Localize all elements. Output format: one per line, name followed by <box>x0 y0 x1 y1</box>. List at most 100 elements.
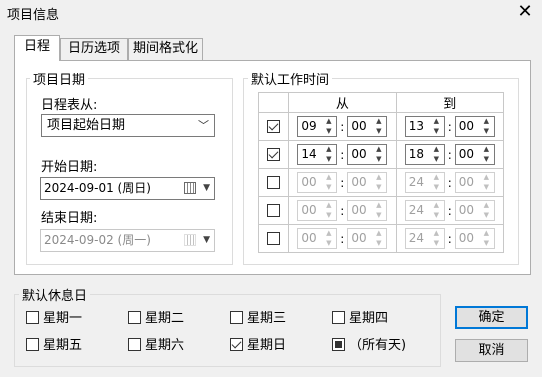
work-time-row-checkbox[interactable] <box>267 204 281 217</box>
spinner-up-icon: ▲ <box>326 201 332 209</box>
work-time-row-check-cell <box>257 140 290 169</box>
to-minute-spinner[interactable]: 00 <box>454 116 479 137</box>
start-date-picker[interactable]: 2024-09-01 (周日) ▼ <box>40 177 215 200</box>
calendar-icon[interactable] <box>184 182 196 194</box>
spinner-down-icon[interactable]: ▼ <box>372 155 385 164</box>
rest-day-checkbox[interactable] <box>128 338 141 351</box>
spinner-arrows: ▲ ▼ <box>427 172 445 193</box>
rest-day-checkbox[interactable] <box>230 311 243 324</box>
to-cell: 24 ▲ ▼:00 ▲ ▼ <box>395 168 505 197</box>
spinner-arrows: ▲ ▼ <box>370 172 388 193</box>
end-date-label: 结束日期: <box>41 211 98 226</box>
rest-day-option[interactable]: 星期三 <box>230 311 286 327</box>
work-time-row-checkbox[interactable] <box>267 176 281 189</box>
cancel-button[interactable]: 取消 <box>455 339 528 362</box>
rest-day-checkbox[interactable] <box>332 338 345 351</box>
to-minute-value: 00 <box>458 147 475 161</box>
work-time-row-checkbox[interactable] <box>267 120 281 133</box>
from-minute-spinner: 00 <box>347 200 372 221</box>
from-minute-value: 00 <box>351 231 367 245</box>
rest-day-option[interactable]: 星期六 <box>128 338 184 354</box>
schedule-from-select[interactable]: 项目起始日期 ﹀ <box>41 114 215 137</box>
spinner-down-icon[interactable]: ▼ <box>372 127 385 136</box>
tab-calendar-options[interactable]: 日历选项 <box>60 38 128 60</box>
to-minute-spinner[interactable]: 00 <box>454 144 479 165</box>
rest-day-option[interactable]: 星期四 <box>332 311 388 327</box>
spinner-up-icon[interactable]: ▲ <box>430 145 443 154</box>
spinner-up-icon[interactable]: ▲ <box>430 117 443 126</box>
spinner-arrows[interactable]: ▲ ▼ <box>320 116 338 137</box>
from-minute-spinner[interactable]: 00 <box>347 116 372 137</box>
work-time-row-checkbox[interactable] <box>267 232 281 245</box>
chevron-down-icon: ﹀ <box>198 119 209 132</box>
from-minute-spinner[interactable]: 00 <box>347 144 372 165</box>
time-colon: : <box>340 203 345 218</box>
rest-days-group-label: 默认休息日 <box>19 285 91 304</box>
close-icon[interactable]: ✕ <box>516 3 534 22</box>
window-title: 项目信息 <box>7 8 60 23</box>
spinner-up-icon[interactable]: ▲ <box>322 145 335 154</box>
time-colon: : <box>340 147 345 162</box>
spinner-arrows[interactable]: ▲ ▼ <box>477 144 495 165</box>
to-hour-spinner[interactable]: 18 <box>404 144 429 165</box>
spinner-down-icon[interactable]: ▼ <box>480 155 493 164</box>
spinner-arrows: ▲ ▼ <box>477 200 495 221</box>
spinner-down-icon[interactable]: ▼ <box>322 155 335 164</box>
spinner-up-icon[interactable]: ▲ <box>480 117 493 126</box>
rest-day-option[interactable]: （所有天) <box>332 338 406 354</box>
ok-button[interactable]: 确定 <box>455 306 528 329</box>
work-time-row-check-cell <box>257 112 290 141</box>
work-time-table: 从 到 09 ▲ ▼:00 ▲ ▼ 13 ▲ ▼:00 ▲ ▼ 14 ▲ ▼:00 ▲ ▼ 18 ▲ ▼:0… <box>257 92 505 253</box>
spinner-up-icon: ▲ <box>326 229 332 237</box>
spinner-down-icon: ▼ <box>483 211 489 219</box>
work-time-row: 00 ▲ ▼:00 ▲ ▼ 24 ▲ ▼:00 ▲ ▼ <box>257 168 505 197</box>
from-hour-spinner[interactable]: 14 <box>297 144 322 165</box>
spinner-down-icon[interactable]: ▼ <box>322 127 335 136</box>
spinner-down-icon[interactable]: ▼ <box>480 127 493 136</box>
tab-period-format[interactable]: 期间格式化 <box>128 38 203 60</box>
schedule-from-value: 项目起始日期 <box>47 118 126 133</box>
from-hour-spinner[interactable]: 09 <box>297 116 322 137</box>
work-time-row-checkbox[interactable] <box>267 148 281 161</box>
spinner-arrows: ▲ ▼ <box>370 228 388 249</box>
rest-day-label: 星期五 <box>43 338 83 353</box>
dropdown-arrow-icon[interactable]: ▼ <box>203 178 210 199</box>
to-minute-spinner: 00 <box>454 172 479 193</box>
spinner-up-icon[interactable]: ▲ <box>322 117 335 126</box>
from-minute-value: 00 <box>351 175 367 189</box>
spinner-up-icon[interactable]: ▲ <box>480 145 493 154</box>
spinner-arrows[interactable]: ▲ ▼ <box>477 116 495 137</box>
spinner-down-icon[interactable]: ▼ <box>430 155 443 164</box>
rest-day-checkbox[interactable] <box>26 311 39 324</box>
from-hour-value: 09 <box>301 119 317 133</box>
spinner-up-icon[interactable]: ▲ <box>372 145 385 154</box>
spinner-arrows[interactable]: ▲ ▼ <box>370 144 388 165</box>
spinner-arrows[interactable]: ▲ ▼ <box>370 116 388 137</box>
spinner-arrows[interactable]: ▲ ▼ <box>320 144 338 165</box>
schedule-from-label: 日程表从: <box>41 98 98 113</box>
rest-day-label: （所有天) <box>349 338 407 353</box>
spinner-down-icon[interactable]: ▼ <box>430 127 443 136</box>
spinner-arrows[interactable]: ▲ ▼ <box>427 116 445 137</box>
to-cell: 13 ▲ ▼:00 ▲ ▼ <box>395 112 505 141</box>
rest-day-option[interactable]: 星期二 <box>128 311 184 327</box>
rest-day-option[interactable]: 星期五 <box>26 338 82 354</box>
rest-day-label: 星期三 <box>247 311 287 326</box>
from-hour-spinner: 00 <box>297 228 322 249</box>
tab-schedule[interactable]: 日程 <box>14 35 60 61</box>
rest-day-checkbox[interactable] <box>230 338 243 351</box>
rest-day-option[interactable]: 星期日 <box>230 338 286 354</box>
dropdown-arrow-icon: ▼ <box>203 235 210 245</box>
rest-day-option[interactable]: 星期一 <box>26 311 82 327</box>
rest-days-group <box>14 294 441 367</box>
spinner-up-icon: ▲ <box>376 173 382 181</box>
spinner-up-icon[interactable]: ▲ <box>372 117 385 126</box>
to-hour-spinner[interactable]: 13 <box>404 116 429 137</box>
rest-day-checkbox[interactable] <box>128 311 141 324</box>
rest-day-label: 星期二 <box>145 311 185 326</box>
from-cell: 00 ▲ ▼:00 ▲ ▼ <box>288 168 397 197</box>
rest-day-checkbox[interactable] <box>332 311 345 324</box>
spinner-arrows[interactable]: ▲ ▼ <box>427 144 445 165</box>
spinner-down-icon: ▼ <box>483 239 489 247</box>
rest-day-checkbox[interactable] <box>26 338 39 351</box>
